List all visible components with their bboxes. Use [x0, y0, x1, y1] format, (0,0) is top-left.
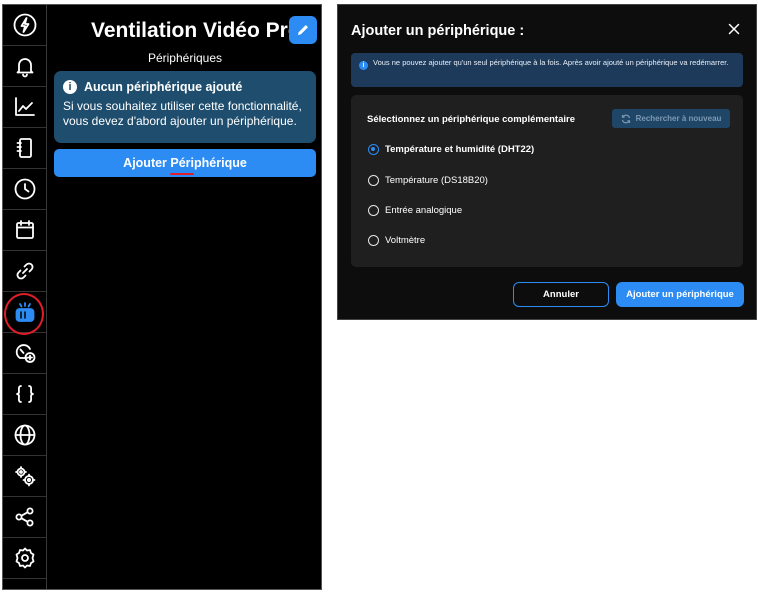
dialog-title: Ajouter un périphérique : — [351, 23, 525, 39]
add-device-button[interactable]: Ajouter Périphérique — [54, 149, 316, 177]
empty-state-header: i Aucun périphérique ajouté — [63, 80, 307, 94]
device-select-label: Sélectionnez un périphérique complémenta… — [367, 114, 575, 125]
radio-option-label: Température et humidité (DHT22) — [385, 144, 535, 155]
add-device-button-label: Ajouter Périphérique — [123, 156, 247, 170]
sidebar-item-alerts[interactable] — [3, 46, 46, 87]
sidebar-item-share[interactable] — [3, 497, 46, 538]
radio-option-ds18b20[interactable]: Température (DS18B20) — [368, 175, 488, 186]
globe-icon — [14, 424, 35, 446]
sidebar-item-calendar[interactable] — [3, 210, 46, 251]
sidebar-item-settings[interactable] — [3, 538, 46, 579]
sidebar-item-network[interactable] — [3, 415, 46, 456]
close-icon — [728, 23, 740, 35]
sidebar-item-power[interactable] — [3, 5, 46, 46]
share-icon — [15, 507, 33, 527]
gears-icon — [14, 466, 35, 487]
refresh-button-label: Rechercher à nouveau — [635, 114, 722, 123]
sidebar-item-charts[interactable] — [3, 87, 46, 128]
edit-button[interactable] — [289, 16, 317, 44]
radio-button[interactable] — [368, 235, 379, 246]
refresh-button[interactable]: Rechercher à nouveau — [612, 109, 730, 128]
page-subtitle: Périphériques — [147, 51, 223, 65]
device-select-card: Sélectionnez un périphérique complémenta… — [351, 95, 743, 267]
sidebar-item-history[interactable] — [3, 169, 46, 210]
annotation-underline — [170, 173, 194, 175]
radio-button[interactable] — [368, 175, 379, 186]
empty-state-card: i Aucun périphérique ajouté Si vous souh… — [54, 71, 316, 143]
info-icon: i — [63, 80, 77, 94]
sidebar-item-logs[interactable] — [3, 128, 46, 169]
close-button[interactable] — [724, 19, 744, 39]
link-icon — [16, 262, 33, 280]
radio-option-analog-input[interactable]: Entrée analogique — [368, 205, 462, 216]
sidebar-item-gauges[interactable] — [3, 333, 46, 374]
clock-icon — [14, 178, 35, 200]
app-title: Ventilation Vidéo Pro — [91, 19, 301, 42]
pencil-icon — [298, 25, 308, 35]
empty-state-text: Si vous souhaitez utiliser cette fonctio… — [63, 99, 302, 128]
sidebar-item-devices[interactable] — [3, 292, 46, 333]
empty-state-heading: Aucun périphérique ajouté — [84, 80, 243, 94]
gauge-add-icon — [15, 344, 35, 363]
radio-button[interactable] — [368, 205, 379, 216]
radio-option-label: Voltmètre — [385, 235, 426, 246]
info-icon: i — [359, 61, 368, 70]
dialog-alert-text: Vous ne pouvez ajouter qu'un seul périph… — [373, 58, 729, 67]
dialog-alert: i Vous ne pouvez ajouter qu'un seul péri… — [351, 53, 743, 87]
main-content: Ventilation Vidéo Pro Périphériques i Au… — [47, 5, 321, 589]
sidebar — [3, 5, 47, 589]
settings-icon — [15, 547, 34, 569]
notebook-icon — [16, 138, 32, 158]
bell-icon — [16, 58, 33, 78]
radio-option-label: Entrée analogique — [385, 205, 463, 216]
confirm-add-device-button[interactable]: Ajouter un périphérique — [616, 282, 744, 307]
app-panel: Ventilation Vidéo Pro Périphériques i Au… — [2, 4, 322, 590]
chart-line-icon — [14, 97, 35, 116]
cancel-button[interactable]: Annuler — [513, 282, 609, 307]
add-device-dialog: Ajouter un périphérique : i Vous ne pouv… — [337, 4, 757, 320]
power-bolt-icon — [13, 13, 36, 37]
radio-option-dht22[interactable]: Température et humidité (DHT22) — [368, 144, 534, 155]
device-icon — [15, 302, 34, 322]
radio-option-voltmeter[interactable]: Voltmètre — [368, 235, 425, 246]
radio-button[interactable] — [368, 144, 379, 155]
calendar-icon — [15, 220, 34, 239]
refresh-icon — [621, 114, 630, 123]
code-braces-icon — [15, 385, 34, 403]
sidebar-item-advanced[interactable] — [3, 456, 46, 497]
radio-option-label: Température (DS18B20) — [385, 175, 488, 186]
sidebar-item-links[interactable] — [3, 251, 46, 292]
sidebar-item-scripts[interactable] — [3, 374, 46, 415]
